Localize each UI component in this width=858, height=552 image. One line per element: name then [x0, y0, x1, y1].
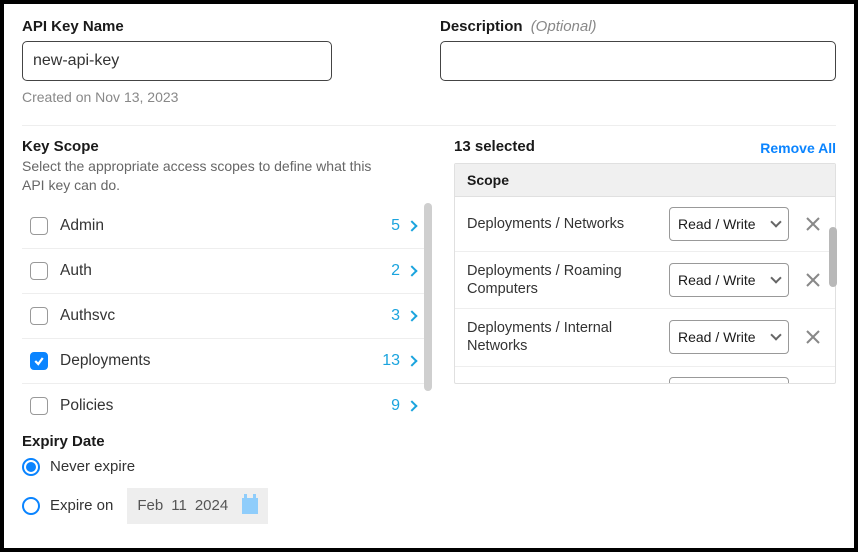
divider	[22, 125, 836, 126]
scope-item-count: 5	[391, 217, 400, 235]
selected-scopes-table: Scope Deployments / Networks Read / Writ…	[454, 163, 836, 384]
scope-item-label: Authsvc	[60, 307, 391, 325]
row-scope-label: Deployments / Roaming Computers	[467, 262, 659, 298]
chevron-right-icon	[406, 265, 417, 276]
selected-count-label: 13 selected	[454, 138, 535, 155]
selected-scopes-body[interactable]: Deployments / Networks Read / Write Depl…	[455, 197, 835, 383]
permission-select[interactable]: Read / Write	[669, 207, 789, 241]
table-row: Deployments / Roaming Computers Read / W…	[455, 252, 835, 309]
chevron-down-icon	[770, 216, 781, 227]
permission-value: Read / Write	[678, 272, 756, 288]
permission-select[interactable]: Read / Write	[669, 377, 789, 384]
radio-checked-icon[interactable]	[22, 458, 40, 476]
permission-value: Read / Write	[678, 329, 756, 345]
description-input[interactable]	[440, 41, 836, 81]
radio-expire-on[interactable]: Expire on Feb 11 2024	[22, 488, 432, 524]
checkbox-icon[interactable]	[30, 262, 48, 280]
api-key-name-label: API Key Name	[22, 18, 418, 35]
scope-item-label: Policies	[60, 397, 391, 415]
checkbox-icon[interactable]	[30, 217, 48, 235]
row-scope-label: Deployments / Internal Networks	[467, 319, 659, 355]
checkbox-icon[interactable]	[30, 307, 48, 325]
optional-text: (Optional)	[531, 18, 597, 35]
api-key-name-input[interactable]	[22, 41, 332, 81]
scrollbar[interactable]	[829, 227, 837, 287]
remove-row-button[interactable]	[799, 266, 827, 294]
date-year: 2024	[195, 497, 228, 514]
date-day: 11	[171, 497, 187, 514]
chevron-right-icon	[406, 400, 417, 411]
remove-all-button[interactable]: Remove All	[760, 140, 836, 156]
scope-item-auth[interactable]: Auth 2	[22, 249, 432, 294]
created-on-text: Created on Nov 13, 2023	[22, 89, 418, 105]
remove-row-button[interactable]	[799, 210, 827, 238]
chevron-down-icon	[770, 330, 781, 341]
scope-item-label: Auth	[60, 262, 391, 280]
radio-icon[interactable]	[22, 497, 40, 515]
chevron-down-icon	[770, 272, 781, 283]
scope-item-admin[interactable]: Admin 5	[22, 204, 432, 249]
radio-never-expire[interactable]: Never expire	[22, 458, 432, 476]
checkbox-icon[interactable]	[30, 397, 48, 415]
scope-item-count: 2	[391, 262, 400, 280]
row-scope-label: Deployments / Networks	[467, 215, 659, 233]
calendar-icon[interactable]	[242, 498, 258, 514]
permission-value: Read / Write	[678, 216, 756, 232]
chevron-right-icon	[406, 310, 417, 321]
checkbox-checked-icon[interactable]	[30, 352, 48, 370]
scope-item-label: Deployments	[60, 352, 382, 370]
remove-row-button[interactable]	[799, 380, 827, 384]
scope-item-policies[interactable]: Policies 9	[22, 384, 432, 421]
date-month: Feb	[137, 497, 163, 514]
chevron-right-icon	[406, 220, 417, 231]
table-row: Deployments / Internal Read / Write	[455, 367, 835, 384]
scope-item-count: 13	[382, 352, 400, 370]
scrollbar[interactable]	[424, 203, 432, 421]
permission-select[interactable]: Read / Write	[669, 263, 789, 297]
key-scope-subtitle: Select the appropriate access scopes to …	[22, 157, 392, 195]
scope-item-authsvc[interactable]: Authsvc 3	[22, 294, 432, 339]
scope-item-deployments[interactable]: Deployments 13	[22, 339, 432, 384]
description-label: Description (Optional)	[440, 18, 836, 35]
scope-list[interactable]: Admin 5 Auth 2 Authsvc 3	[22, 203, 432, 421]
remove-row-button[interactable]	[799, 323, 827, 351]
scope-item-count: 3	[391, 307, 400, 325]
table-row: Deployments / Internal Networks Read / W…	[455, 309, 835, 366]
expire-on-label: Expire on	[50, 497, 113, 514]
scope-item-label: Admin	[60, 217, 391, 235]
table-row: Deployments / Networks Read / Write	[455, 197, 835, 252]
date-picker[interactable]: Feb 11 2024	[127, 488, 268, 524]
expiry-date-title: Expiry Date	[22, 433, 432, 450]
never-expire-label: Never expire	[50, 458, 135, 475]
table-header-scope: Scope	[455, 164, 835, 197]
description-label-text: Description	[440, 18, 523, 35]
scope-item-count: 9	[391, 397, 400, 415]
chevron-right-icon	[406, 355, 417, 366]
permission-select[interactable]: Read / Write	[669, 320, 789, 354]
key-scope-title: Key Scope	[22, 138, 432, 155]
